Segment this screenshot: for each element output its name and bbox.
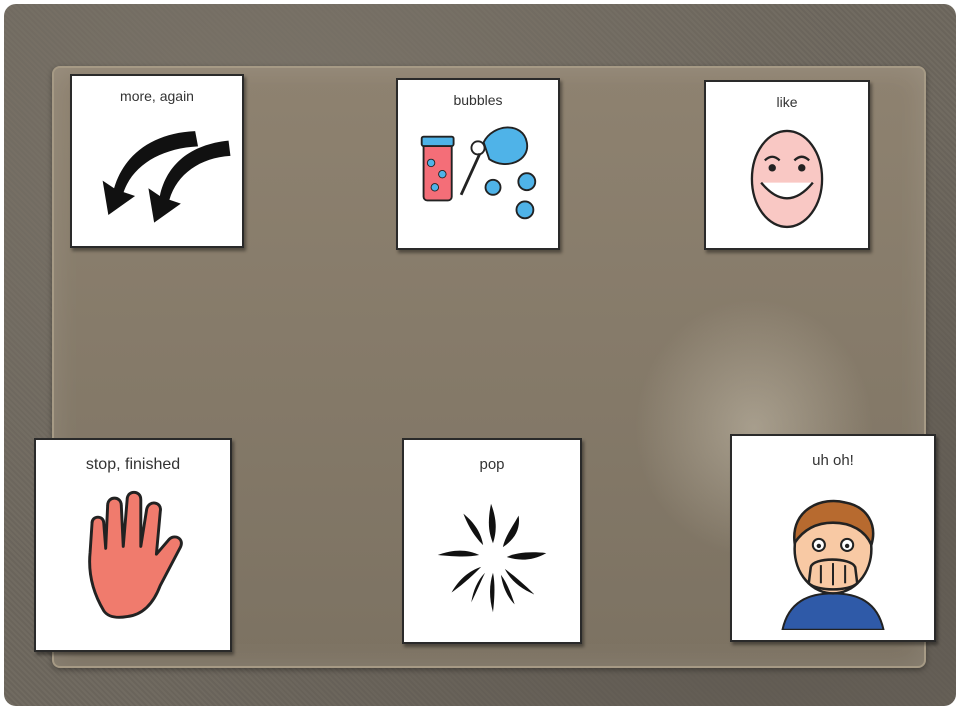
stop-hand-icon — [36, 484, 230, 640]
card-bubbles[interactable]: bubbles — [396, 78, 560, 250]
card-stop-finished[interactable]: stop, finished — [34, 438, 232, 652]
card-label: like — [776, 94, 798, 110]
card-label: uh oh! — [812, 452, 854, 469]
bubbles-icon — [398, 116, 558, 238]
pop-burst-icon — [404, 484, 580, 632]
card-label: pop — [479, 456, 505, 473]
card-label: stop, finished — [85, 456, 181, 473]
card-like[interactable]: like — [704, 80, 870, 250]
smiling-face-icon — [706, 118, 868, 238]
card-pop[interactable]: pop — [402, 438, 582, 644]
card-uh-oh[interactable]: uh oh! — [730, 434, 936, 642]
photo: more, again bubbles like stop, finished … — [4, 4, 956, 706]
card-label: more, again — [120, 88, 194, 104]
arrows-back-icon — [72, 112, 242, 236]
card-label: bubbles — [453, 92, 503, 108]
surprised-boy-icon — [732, 478, 934, 631]
card-more-again[interactable]: more, again — [70, 74, 244, 248]
